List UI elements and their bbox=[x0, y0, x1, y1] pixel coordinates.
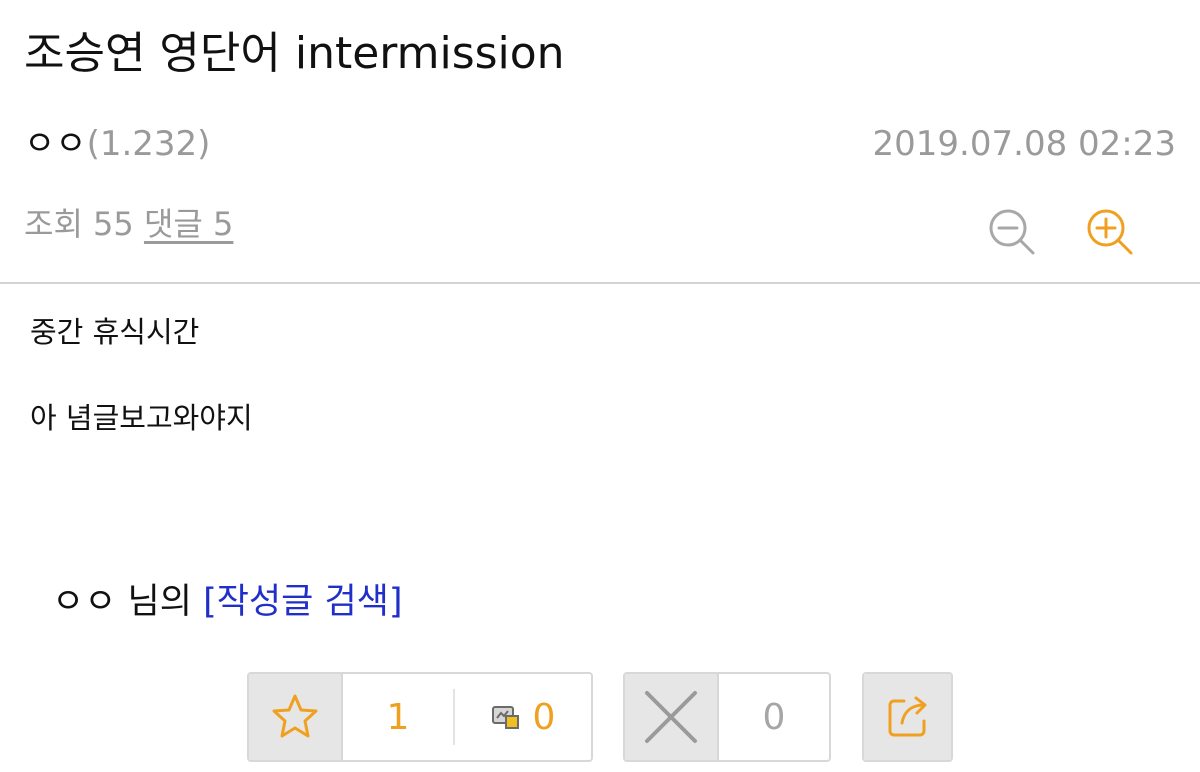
unrecommend-count: 0 bbox=[762, 696, 786, 738]
search-author-name: ㅇㅇ bbox=[52, 582, 117, 622]
zoom-out-icon bbox=[989, 209, 1035, 255]
recommend-count: 1 bbox=[386, 696, 410, 738]
share-button[interactable] bbox=[864, 674, 951, 760]
author-info: ㅇㅇ(1.232) bbox=[24, 122, 210, 166]
recommend-group: 1 0 bbox=[247, 672, 593, 762]
unrecommend-button[interactable] bbox=[625, 674, 719, 760]
author-posts-search-link[interactable]: [작성글 검색] bbox=[203, 582, 402, 622]
share-icon bbox=[888, 696, 926, 737]
zoom-in-button[interactable] bbox=[1084, 206, 1136, 258]
star-icon bbox=[272, 694, 318, 738]
view-count: 조회 55 bbox=[24, 205, 134, 243]
post-stats: 조회 55 댓글 5 bbox=[24, 202, 233, 246]
post-title: 조승연 영단어 intermission bbox=[24, 28, 565, 79]
post-datetime: 2019.07.08 02:23 bbox=[872, 124, 1176, 164]
recommend-button[interactable] bbox=[249, 674, 343, 760]
post-body-line: 아 념글보고와야지 bbox=[30, 401, 253, 435]
x-icon bbox=[645, 691, 697, 743]
unrecommend-group: 0 bbox=[623, 672, 831, 762]
share-group bbox=[862, 672, 953, 762]
author-ip: (1.232) bbox=[86, 124, 211, 164]
search-suffix: 님의 bbox=[116, 582, 204, 622]
post-body-line: 중간 휴식시간 bbox=[30, 315, 200, 349]
author-search-row: ㅇㅇ 님의 [작성글 검색] bbox=[52, 578, 403, 626]
zoom-out-button[interactable] bbox=[986, 206, 1038, 258]
fixed-recommend-icon bbox=[491, 706, 519, 729]
fixed-recommend-count: 0 bbox=[532, 696, 556, 738]
header-divider bbox=[0, 282, 1200, 284]
author-nickname[interactable]: ㅇㅇ bbox=[24, 124, 87, 164]
fixed-recommend[interactable]: 0 bbox=[455, 674, 591, 760]
comment-count-link[interactable]: 댓글 5 bbox=[144, 205, 233, 243]
zoom-in-icon bbox=[1087, 209, 1133, 255]
